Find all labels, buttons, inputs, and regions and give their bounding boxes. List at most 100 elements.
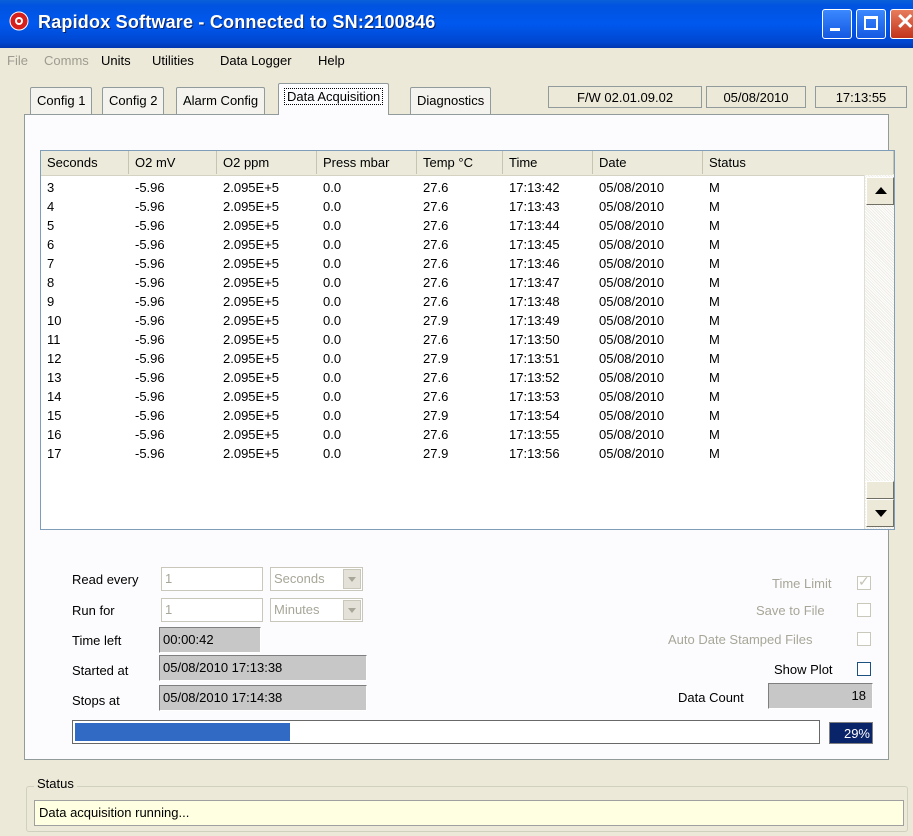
- menu-help[interactable]: Help: [318, 53, 345, 68]
- cell-seconds: 3: [47, 180, 55, 195]
- cell-date: 05/08/2010: [599, 408, 665, 423]
- cell-status: M: [709, 370, 720, 385]
- table-row[interactable]: 8 -5.96 2.095E+5 0.0 27.6 17:13:47 05/08/2010 M: [41, 273, 864, 292]
- run-for-label: Run for: [72, 603, 115, 618]
- auto-date-stamped-checkbox[interactable]: [857, 632, 871, 646]
- column-header-status[interactable]: Status: [703, 151, 894, 174]
- cell-status: M: [709, 427, 720, 442]
- table-row[interactable]: 7 -5.96 2.095E+5 0.0 27.6 17:13:46 05/08/2010 M: [41, 254, 864, 273]
- cell-time: 17:13:50: [509, 332, 560, 347]
- run-for-input[interactable]: 1: [161, 598, 263, 622]
- cell-o2-ppm: 2.095E+5: [223, 370, 280, 385]
- column-header-seconds[interactable]: Seconds: [41, 151, 129, 174]
- table-row[interactable]: 17 -5.96 2.095E+5 0.0 27.9 17:13:56 05/08/2010…: [41, 444, 864, 463]
- cell-o2-ppm: 2.095E+5: [223, 199, 280, 214]
- column-header-press-mbar[interactable]: Press mbar: [317, 151, 417, 174]
- table-row[interactable]: 11 -5.96 2.095E+5 0.0 27.6 17:13:50 05/08/2010…: [41, 330, 864, 349]
- cell-press-mbar: 0.0: [323, 256, 342, 271]
- cell-o2-mv: -5.96: [135, 199, 165, 214]
- cell-status: M: [709, 408, 720, 423]
- table-row[interactable]: 4 -5.96 2.095E+5 0.0 27.6 17:13:43 05/08/2010 M: [41, 197, 864, 216]
- cell-status: M: [709, 332, 720, 347]
- cell-press-mbar: 0.0: [323, 332, 342, 347]
- menu-data-logger[interactable]: Data Logger: [220, 53, 292, 68]
- cell-seconds: 4: [47, 199, 55, 214]
- cell-time: 17:13:46: [509, 256, 560, 271]
- vertical-scrollbar[interactable]: [864, 175, 894, 529]
- chevron-down-icon[interactable]: [343, 569, 361, 589]
- cell-time: 17:13:54: [509, 408, 560, 423]
- cell-time: 17:13:47: [509, 275, 560, 290]
- data-count-value: 18: [768, 683, 873, 709]
- table-row[interactable]: 3 -5.96 2.095E+5 0.0 27.6 17:13:42 05/08/2010 M: [41, 178, 864, 197]
- cell-date: 05/08/2010: [599, 199, 665, 214]
- cell-date: 05/08/2010: [599, 389, 665, 404]
- cell-o2-mv: -5.96: [135, 389, 165, 404]
- cell-date: 05/08/2010: [599, 351, 665, 366]
- column-header-o2-ppm[interactable]: O2 ppm: [217, 151, 317, 174]
- cell-status: M: [709, 199, 720, 214]
- scroll-down-button[interactable]: [866, 499, 894, 527]
- table-row[interactable]: 12 -5.96 2.095E+5 0.0 27.9 17:13:51 05/08/2010…: [41, 349, 864, 368]
- read-every-input[interactable]: 1: [161, 567, 263, 591]
- cell-status: M: [709, 275, 720, 290]
- minimize-button[interactable]: [822, 9, 852, 39]
- menu-file[interactable]: File: [7, 53, 28, 68]
- cell-o2-mv: -5.96: [135, 275, 165, 290]
- scroll-thumb[interactable]: [866, 481, 894, 499]
- tab-config-1[interactable]: Config 1: [30, 87, 93, 114]
- table-row[interactable]: 9 -5.96 2.095E+5 0.0 27.6 17:13:48 05/08/2010 M: [41, 292, 864, 311]
- cell-status: M: [709, 294, 720, 309]
- table-row[interactable]: 13 -5.96 2.095E+5 0.0 27.6 17:13:52 05/08/2010…: [41, 368, 864, 387]
- cell-o2-mv: -5.96: [135, 408, 165, 423]
- data-table[interactable]: Seconds O2 mV O2 ppm Press mbar Temp °C …: [40, 150, 895, 530]
- cell-temp: 27.9: [423, 446, 449, 461]
- show-plot-checkbox[interactable]: [857, 662, 871, 676]
- cell-date: 05/08/2010: [599, 218, 665, 233]
- cell-o2-ppm: 2.095E+5: [223, 351, 280, 366]
- table-header: Seconds O2 mV O2 ppm Press mbar Temp °C …: [41, 151, 894, 176]
- column-header-time[interactable]: Time: [503, 151, 593, 174]
- cell-press-mbar: 0.0: [323, 275, 342, 290]
- started-at-label: Started at: [72, 663, 129, 678]
- maximize-button[interactable]: [856, 9, 886, 39]
- current-date: 05/08/2010: [706, 86, 806, 108]
- column-header-temp[interactable]: Temp °C: [417, 151, 503, 174]
- table-row[interactable]: 5 -5.96 2.095E+5 0.0 27.6 17:13:44 05/08/2010 M: [41, 216, 864, 235]
- tab-diagnostics[interactable]: Diagnostics: [410, 87, 492, 114]
- progress-percent: 29%: [829, 722, 873, 744]
- menu-comms[interactable]: Comms: [44, 53, 89, 68]
- menu-units[interactable]: Units: [101, 53, 131, 68]
- table-row[interactable]: 15 -5.96 2.095E+5 0.0 27.9 17:13:54 05/08/2010…: [41, 406, 864, 425]
- tab-data-acquisition[interactable]: Data Acquisition: [278, 83, 390, 115]
- cell-status: M: [709, 237, 720, 252]
- cell-o2-mv: -5.96: [135, 313, 165, 328]
- tab-alarm-config[interactable]: Alarm Config: [176, 87, 266, 114]
- tab-config-2[interactable]: Config 2: [102, 87, 165, 114]
- table-row[interactable]: 14 -5.96 2.095E+5 0.0 27.6 17:13:53 05/08/2010…: [41, 387, 864, 406]
- table-row[interactable]: 10 -5.96 2.095E+5 0.0 27.9 17:13:49 05/08/2010…: [41, 311, 864, 330]
- time-limit-checkbox[interactable]: [857, 573, 871, 590]
- cell-status: M: [709, 313, 720, 328]
- chevron-down-icon[interactable]: [343, 600, 361, 620]
- menu-bar: [0, 48, 913, 72]
- cell-seconds: 10: [47, 313, 62, 328]
- cell-date: 05/08/2010: [599, 370, 665, 385]
- save-to-file-checkbox[interactable]: [857, 603, 871, 617]
- cell-seconds: 11: [47, 332, 61, 347]
- column-header-o2-mv[interactable]: O2 mV: [129, 151, 217, 174]
- cell-press-mbar: 0.0: [323, 370, 342, 385]
- menu-utilities[interactable]: Utilities: [152, 53, 194, 68]
- cell-time: 17:13:53: [509, 389, 560, 404]
- scroll-up-button[interactable]: [866, 177, 894, 205]
- read-every-unit-select[interactable]: Seconds: [270, 567, 363, 591]
- column-header-date[interactable]: Date: [593, 151, 703, 174]
- run-for-unit-select[interactable]: Minutes: [270, 598, 363, 622]
- close-button[interactable]: ✕: [890, 9, 913, 39]
- table-row[interactable]: 16 -5.96 2.095E+5 0.0 27.6 17:13:55 05/08/2010…: [41, 425, 864, 444]
- cell-seconds: 6: [47, 237, 55, 252]
- stops-at-label: Stops at: [72, 693, 120, 708]
- table-row[interactable]: 6 -5.96 2.095E+5 0.0 27.6 17:13:45 05/08/2010 M: [41, 235, 864, 254]
- cell-o2-mv: -5.96: [135, 332, 165, 347]
- cell-o2-mv: -5.96: [135, 351, 165, 366]
